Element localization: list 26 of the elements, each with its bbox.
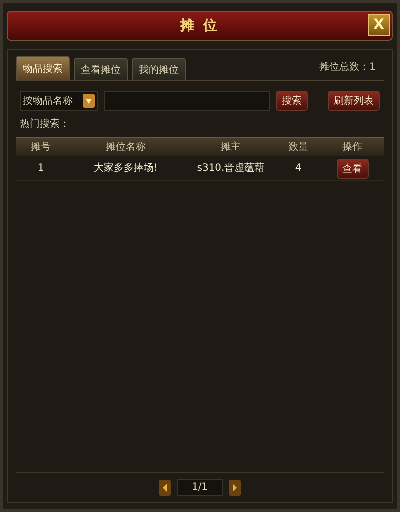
tab[interactable]: 我的摊位 — [132, 58, 186, 80]
stall-total: 摊位总数：1 — [320, 60, 377, 75]
column-header: 摊主 — [220, 140, 242, 154]
window-title: 摊 位 — [180, 17, 220, 35]
view-button[interactable]: 查看 — [336, 159, 368, 179]
filter-label: 按物品名称 — [23, 94, 73, 108]
table-cell-text: 4 — [294, 162, 303, 174]
caret-icon — [83, 93, 95, 109]
previous-page-icon[interactable] — [158, 480, 171, 496]
column-header: 操作 — [342, 141, 364, 154]
filter-dropdown[interactable]: 按物品名称 — [20, 91, 98, 111]
hot-search-label: 热门搜索： — [20, 118, 71, 131]
column-header: 摊号 — [30, 141, 52, 154]
table-cell-text: 大家多多捧场! — [92, 162, 159, 175]
search-field[interactable] — [104, 91, 270, 111]
tab[interactable]: 查看摊位 — [74, 58, 128, 80]
tab[interactable]: 物品搜索 — [16, 56, 70, 80]
search-button[interactable]: 搜索 — [276, 91, 308, 111]
page-indicator: 1/1 — [176, 479, 224, 496]
close-button[interactable]: X — [368, 14, 390, 36]
column-header: 摊位名称 — [105, 141, 147, 154]
table-cell-text: 1 — [36, 162, 46, 174]
next-page-icon[interactable] — [229, 480, 242, 496]
refresh-button[interactable]: 刷新列表 — [328, 91, 380, 111]
column-header: 数量 — [288, 141, 310, 154]
table-cell-text: s310.晋虚蕴藉 — [196, 162, 266, 175]
